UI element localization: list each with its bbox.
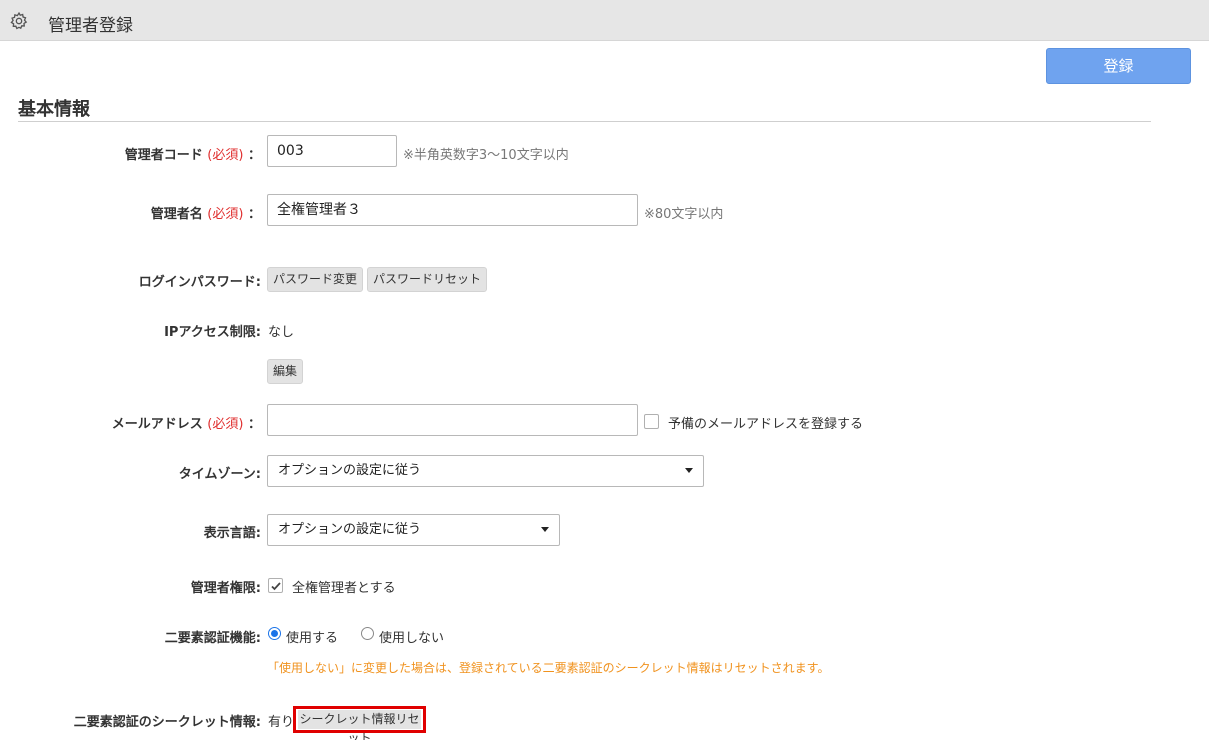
two-factor-secret-label: 二要素認証のシークレット情報: [73,715,261,730]
email-label: メールアドレス (必須) ： [111,417,261,432]
chevron-down-icon [541,527,549,532]
gear-icon [10,11,28,30]
admin-code-label: 管理者コード (必須) ： [124,148,261,163]
backup-email-checkbox[interactable] [644,414,659,429]
ip-restriction-value: なし [268,325,295,340]
required-mark: (必須) [207,207,244,222]
language-selected: オプションの設定に従う [278,522,422,537]
timezone-selected: オプションの設定に従う [278,463,422,478]
admin-code-input[interactable]: 003 [267,135,397,167]
two-factor-nouse-radio[interactable] [361,627,374,640]
login-password-label: ログインパスワード: [138,275,261,290]
language-select[interactable]: オプションの設定に従う [267,514,560,546]
section-divider [18,121,1151,122]
two-factor-use-radio[interactable] [268,627,281,640]
two-factor-secret-value: 有り [268,715,295,730]
timezone-select[interactable]: オプションの設定に従う [267,455,704,487]
register-button[interactable]: 登録 [1046,48,1191,84]
check-icon [271,582,281,591]
required-mark: (必須) [207,148,244,163]
full-admin-label: 全権管理者とする [292,581,396,596]
admin-authority-label: 管理者権限: [190,581,261,596]
email-input[interactable] [267,404,638,436]
two-factor-warning: 「使用しない」に変更した場合は、登録されている二要素認証のシークレット情報はリセ… [267,661,830,675]
ip-restriction-edit-button[interactable]: 編集 [267,359,304,384]
password-reset-button[interactable]: パスワードリセット [367,267,488,292]
ip-restriction-label: IPアクセス制限: [164,325,261,340]
title-bar: 管理者登録 [0,0,1209,41]
two-factor-label: 二要素認証機能: [164,631,261,646]
two-factor-nouse-label: 使用しない [379,631,445,646]
admin-name-input[interactable]: 全権管理者３ [267,194,638,226]
two-factor-use-label: 使用する [286,631,339,646]
full-admin-checkbox[interactable] [268,578,283,593]
language-label: 表示言語: [203,526,261,541]
section-title: 基本情報 [18,99,90,120]
chevron-down-icon [685,468,693,473]
page-title: 管理者登録 [48,16,133,36]
timezone-label: タイムゾーン: [178,467,261,482]
secret-reset-button-highlight[interactable]: シークレット情報リセット [293,706,426,740]
admin-name-hint: ※80文字以内 [644,207,724,222]
admin-name-label: 管理者名 (必須) ： [150,207,261,222]
admin-code-hint: ※半角英数字3〜10文字以内 [403,148,569,163]
secret-reset-button[interactable]: シークレット情報リセット [298,710,421,740]
required-mark: (必須) [207,417,244,432]
password-change-button[interactable]: パスワード変更 [267,267,364,292]
backup-email-label: 予備のメールアドレスを登録する [668,417,864,432]
